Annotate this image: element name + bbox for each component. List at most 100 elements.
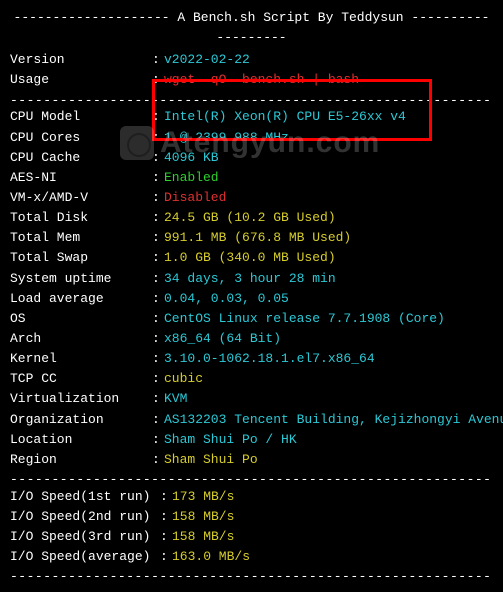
info-value: 158 MB/s: [172, 527, 234, 547]
info-value: Intel(R) Xeon(R) CPU E5-26xx v4: [164, 107, 406, 127]
colon: :: [152, 369, 164, 389]
info-value: 3.10.0-1062.18.1.el7.x86_64: [164, 349, 375, 369]
section-version: Version: v2022-02-22Usage: wget -qO- ben…: [10, 50, 493, 90]
info-value: 1.0 GB (340.0 MB Used): [164, 248, 336, 268]
info-value: Sham Shui Po / HK: [164, 430, 297, 450]
info-row: Virtualization: KVM: [10, 389, 493, 409]
info-label: Usage: [10, 70, 152, 90]
info-label: Total Mem: [10, 228, 152, 248]
colon: :: [152, 208, 164, 228]
info-row: Region: Sham Shui Po: [10, 450, 493, 470]
colon: :: [152, 309, 164, 329]
info-label: I/O Speed(1st run): [10, 487, 160, 507]
info-label: Total Disk: [10, 208, 152, 228]
info-row: Usage: wget -qO- bench.sh | bash: [10, 70, 493, 90]
info-label: TCP CC: [10, 369, 152, 389]
info-row: TCP CC: cubic: [10, 369, 493, 389]
info-row: VM-x/AMD-V: Disabled: [10, 188, 493, 208]
info-value: wget -qO- bench.sh | bash: [164, 70, 359, 90]
info-label: VM-x/AMD-V: [10, 188, 152, 208]
info-value: v2022-02-22: [164, 50, 250, 70]
info-row: System uptime: 34 days, 3 hour 28 min: [10, 269, 493, 289]
info-row: I/O Speed(2nd run) : 158 MB/s: [10, 507, 493, 527]
script-title: -------------------- A Bench.sh Script B…: [10, 8, 493, 48]
info-label: Organization: [10, 410, 152, 430]
info-row: Total Swap: 1.0 GB (340.0 MB Used): [10, 248, 493, 268]
info-value: 24.5 GB (10.2 GB Used): [164, 208, 336, 228]
info-value: Disabled: [164, 188, 226, 208]
info-value: CentOS Linux release 7.7.1908 (Core): [164, 309, 445, 329]
separator: ----------------------------------------…: [10, 91, 493, 108]
info-label: Version: [10, 50, 152, 70]
info-value: Sham Shui Po: [164, 450, 258, 470]
colon: :: [152, 349, 164, 369]
info-label: OS: [10, 309, 152, 329]
colon: :: [160, 527, 172, 547]
colon: :: [152, 410, 164, 430]
colon: :: [152, 168, 164, 188]
info-row: CPU Model: Intel(R) Xeon(R) CPU E5-26xx …: [10, 107, 493, 127]
info-label: Total Swap: [10, 248, 152, 268]
info-label: Kernel: [10, 349, 152, 369]
colon: :: [160, 547, 172, 567]
info-value: 34 days, 3 hour 28 min: [164, 269, 336, 289]
section-io: I/O Speed(1st run) : 173 MB/sI/O Speed(2…: [10, 487, 493, 568]
colon: :: [152, 228, 164, 248]
info-label: AES-NI: [10, 168, 152, 188]
info-row: I/O Speed(1st run) : 173 MB/s: [10, 487, 493, 507]
info-label: Arch: [10, 329, 152, 349]
colon: :: [152, 107, 164, 127]
info-value: 0.04, 0.03, 0.05: [164, 289, 289, 309]
info-label: I/O Speed(2nd run): [10, 507, 160, 527]
info-row: OS: CentOS Linux release 7.7.1908 (Core): [10, 309, 493, 329]
info-value: KVM: [164, 389, 187, 409]
colon: :: [160, 487, 172, 507]
info-label: Region: [10, 450, 152, 470]
info-row: Organization: AS132203 Tencent Building,…: [10, 410, 493, 430]
colon: :: [152, 128, 164, 148]
section-sysinfo: CPU Model: Intel(R) Xeon(R) CPU E5-26xx …: [10, 107, 493, 470]
colon: :: [152, 289, 164, 309]
info-row: Total Mem: 991.1 MB (676.8 MB Used): [10, 228, 493, 248]
info-value: AS132203 Tencent Building, Kejizhongyi A…: [164, 410, 503, 430]
info-row: Arch: x86_64 (64 Bit): [10, 329, 493, 349]
info-row: CPU Cache: 4096 KB: [10, 148, 493, 168]
colon: :: [152, 50, 164, 70]
info-value: 158 MB/s: [172, 507, 234, 527]
colon: :: [152, 430, 164, 450]
info-label: Virtualization: [10, 389, 152, 409]
colon: :: [152, 389, 164, 409]
colon: :: [152, 70, 164, 90]
info-label: CPU Cores: [10, 128, 152, 148]
info-value: 991.1 MB (676.8 MB Used): [164, 228, 351, 248]
colon: :: [160, 507, 172, 527]
separator: ----------------------------------------…: [10, 567, 493, 584]
info-row: Load average: 0.04, 0.03, 0.05: [10, 289, 493, 309]
colon: :: [152, 450, 164, 470]
colon: :: [152, 248, 164, 268]
colon: :: [152, 188, 164, 208]
info-value: 1 @ 2399.988 MHz: [164, 128, 289, 148]
info-label: I/O Speed(average): [10, 547, 160, 567]
separator: ----------------------------------------…: [10, 470, 493, 487]
info-row: I/O Speed(3rd run) : 158 MB/s: [10, 527, 493, 547]
info-value: 173 MB/s: [172, 487, 234, 507]
info-label: Load average: [10, 289, 152, 309]
info-value: cubic: [164, 369, 203, 389]
info-row: Version: v2022-02-22: [10, 50, 493, 70]
info-label: Location: [10, 430, 152, 450]
info-value: Enabled: [164, 168, 219, 188]
info-row: I/O Speed(average) : 163.0 MB/s: [10, 547, 493, 567]
colon: :: [152, 148, 164, 168]
info-label: CPU Model: [10, 107, 152, 127]
info-row: CPU Cores: 1 @ 2399.988 MHz: [10, 128, 493, 148]
info-label: System uptime: [10, 269, 152, 289]
info-label: CPU Cache: [10, 148, 152, 168]
colon: :: [152, 269, 164, 289]
info-row: Location: Sham Shui Po / HK: [10, 430, 493, 450]
info-value: x86_64 (64 Bit): [164, 329, 281, 349]
info-value: 4096 KB: [164, 148, 219, 168]
info-row: Kernel: 3.10.0-1062.18.1.el7.x86_64: [10, 349, 493, 369]
info-value: 163.0 MB/s: [172, 547, 250, 567]
colon: :: [152, 329, 164, 349]
